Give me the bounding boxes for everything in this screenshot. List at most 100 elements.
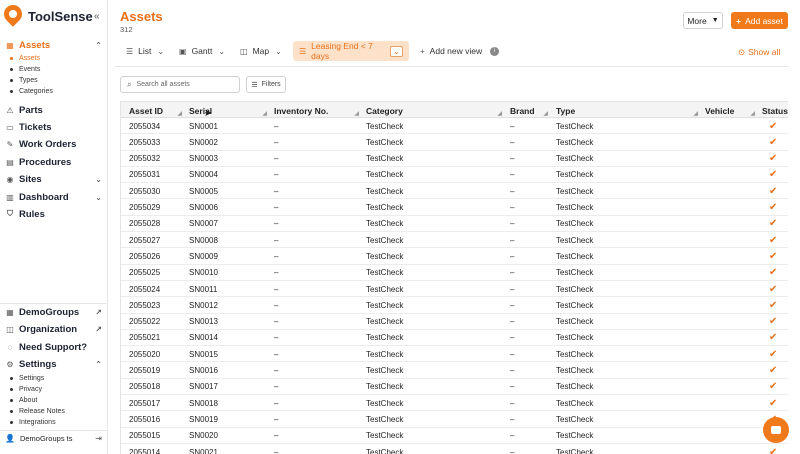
table-cell: SN0016 bbox=[189, 366, 218, 375]
column-header[interactable]: Brand ◢ bbox=[510, 102, 552, 119]
table-row[interactable]: 2055018 SN0017 – TestCheck – TestCheck ✔ bbox=[121, 379, 788, 396]
sidebar-item-sites[interactable]: ◉ Sites ⌄ bbox=[0, 171, 108, 187]
sidebar-item-demogroups[interactable]: ▦ DemoGroups ↗ bbox=[0, 304, 108, 320]
resize-handle-icon[interactable]: ◢ bbox=[693, 110, 698, 117]
table-row[interactable]: 2055016SN0019–TestCheck–TestCheck✔ bbox=[121, 411, 788, 428]
table-cell: – bbox=[274, 382, 279, 392]
collapse-sidebar-icon[interactable]: « bbox=[94, 11, 100, 22]
sidebar-subitem-types[interactable]: Types bbox=[10, 77, 38, 84]
status-check-icon: ✔ bbox=[769, 316, 778, 328]
external-link-icon[interactable]: ↗ bbox=[95, 308, 102, 317]
more-button[interactable]: More ▼ bbox=[683, 12, 723, 29]
user-profile[interactable]: 👤 DemoGroups ts ⇥ bbox=[5, 434, 105, 443]
search-icon: ⌕ bbox=[127, 79, 132, 89]
chevron-down-icon[interactable]: ⌄ bbox=[95, 175, 102, 184]
tab-map[interactable]: ◫ Map ⌄ bbox=[240, 41, 282, 61]
column-header[interactable]: Serial ◢ bbox=[189, 102, 271, 119]
table-row[interactable]: 2055030 SN0005 – TestCheck – TestCheck ✔ bbox=[121, 183, 788, 200]
chevron-up-icon[interactable]: ⌃ bbox=[95, 360, 102, 369]
table-row[interactable]: 2055031 SN0004 – TestCheck – TestCheck ✔ bbox=[121, 167, 788, 184]
table-row[interactable]: 2055020 SN0015 – TestCheck – TestCheck ✔ bbox=[121, 346, 788, 363]
show-all-button[interactable]: ⊙ Show all bbox=[738, 47, 780, 58]
sidebar-subitem-events[interactable]: Events bbox=[10, 66, 40, 73]
table-cell: SN0017 bbox=[189, 382, 218, 392]
table-cell: 2055029 bbox=[129, 203, 161, 212]
resize-handle-icon[interactable]: ◢ bbox=[497, 110, 502, 117]
resize-handle-icon[interactable]: ◢ bbox=[262, 110, 267, 117]
sidebar-subitem-categories[interactable]: Categories bbox=[10, 88, 53, 95]
sidebar-item-procedures[interactable]: ▤ Procedures bbox=[0, 154, 108, 170]
chat-button[interactable] bbox=[763, 417, 789, 443]
table-row[interactable]: 2055029 SN0006 – TestCheck – TestCheck ✔ bbox=[121, 200, 788, 216]
chevron-down-icon[interactable]: ⌄ bbox=[218, 47, 225, 56]
sidebar-subitem-settings[interactable]: Settings bbox=[10, 375, 44, 382]
sidebar-item-label: Procedures bbox=[19, 156, 72, 168]
info-icon[interactable]: i bbox=[490, 46, 500, 56]
table-cell: TestCheck bbox=[366, 121, 404, 131]
sidebar-item-parts[interactable]: ⚠ Parts bbox=[0, 102, 108, 118]
status-check-icon: ✔ bbox=[769, 348, 778, 360]
status-check-icon: ✔ bbox=[769, 267, 778, 279]
sidebar-subitem-about[interactable]: About bbox=[10, 397, 37, 404]
tab-leasing-end[interactable]: ☰ Leasing End < 7 days ⌄ bbox=[293, 41, 409, 61]
table-row[interactable]: 2055017 SN0018 – TestCheck – TestCheck ✔ bbox=[121, 395, 788, 412]
table-row[interactable]: 2055034 SN0001 – TestCheck – TestCheck ✔ bbox=[121, 118, 788, 135]
sidebar-item-rules[interactable]: ⛉ Rules bbox=[0, 206, 108, 222]
add-view-button[interactable]: + Add new view i bbox=[420, 41, 500, 61]
sidebar-item-need-support[interactable]: ◌ Need Support? bbox=[0, 339, 108, 355]
tab-list[interactable]: ☰ List ⌄ bbox=[126, 41, 164, 61]
table-row[interactable]: 2055015SN0020–TestCheck–TestCheck✔ bbox=[121, 428, 788, 444]
filters-button[interactable]: ☰ Filters bbox=[246, 76, 286, 93]
sidebar-item-tickets[interactable]: ▭ Tickets bbox=[0, 119, 108, 135]
table-cell: SN0019 bbox=[189, 414, 218, 424]
column-header[interactable]: Asset ID ◢ bbox=[129, 102, 186, 119]
status-check-icon: ✔ bbox=[769, 218, 778, 230]
brand[interactable]: ToolSense bbox=[0, 0, 107, 32]
column-header[interactable]: Category ◢ bbox=[366, 102, 506, 119]
sidebar-subitem-privacy[interactable]: Privacy bbox=[10, 386, 42, 393]
column-header[interactable]: Inventory No. ◢ bbox=[274, 102, 363, 119]
column-header[interactable]: Type ◢ bbox=[556, 102, 702, 119]
sidebar-item-dashboard[interactable]: ▥ Dashboard ⌄ bbox=[0, 189, 108, 205]
table-row[interactable]: 2055032 SN0003 – TestCheck – TestCheck ✔ bbox=[121, 151, 788, 167]
sidebar-item-organization[interactable]: ◫ Organization ↗ bbox=[0, 321, 108, 337]
tab-gantt[interactable]: ▣ Gantt ⌄ bbox=[179, 41, 225, 61]
sidebar-item-work-orders[interactable]: ✎ Work Orders bbox=[0, 136, 108, 152]
resize-handle-icon[interactable]: ◢ bbox=[354, 110, 359, 117]
column-header-label: Status bbox=[762, 105, 788, 116]
resize-handle-icon[interactable]: ◢ bbox=[750, 110, 755, 117]
table-row[interactable]: 2055021 SN0014 – TestCheck – TestCheck ✔ bbox=[121, 330, 788, 347]
sidebar-item-settings[interactable]: ⚙ Settings ⌃ bbox=[0, 356, 108, 372]
chevron-down-icon[interactable]: ⌄ bbox=[95, 193, 102, 202]
sidebar-subitem-integrations[interactable]: Integrations bbox=[10, 419, 56, 426]
chevron-down-icon[interactable]: ⌄ bbox=[275, 47, 282, 56]
resize-handle-icon[interactable]: ◢ bbox=[543, 110, 548, 117]
table-cell: SN0012 bbox=[189, 300, 218, 310]
table-row[interactable]: 2055025 SN0010 – TestCheck – TestCheck ✔ bbox=[121, 265, 788, 281]
external-link-icon[interactable]: ↗ bbox=[95, 325, 102, 334]
table-cell: SN0007 bbox=[189, 219, 218, 229]
search-input[interactable]: ⌕ Search all assets bbox=[120, 76, 240, 93]
table-row[interactable]: 2055024 SN0011 – TestCheck – TestCheck ✔ bbox=[121, 281, 788, 298]
resize-handle-icon[interactable]: ◢ bbox=[177, 110, 182, 117]
table-row[interactable]: 2055019 SN0016 – TestCheck – TestCheck ✔ bbox=[121, 363, 788, 379]
table-row[interactable]: 2055014 SN0021 – TestCheck – TestCheck ✔ bbox=[121, 444, 788, 454]
table-row[interactable]: 2055027 SN0008 – TestCheck – TestCheck ✔ bbox=[121, 232, 788, 249]
table-row[interactable]: 2055022 SN0013 – TestCheck – TestCheck ✔ bbox=[121, 314, 788, 330]
column-header[interactable]: Status bbox=[762, 102, 788, 119]
add-asset-button[interactable]: + Add asset bbox=[731, 12, 788, 29]
table-row[interactable]: 2055033 SN0002 – TestCheck – TestCheck ✔ bbox=[121, 134, 788, 151]
chevron-down-icon[interactable]: ⌄ bbox=[390, 45, 403, 57]
table-row[interactable]: 2055026 SN0009 – TestCheck – TestCheck ✔ bbox=[121, 248, 788, 265]
logout-icon[interactable]: ⇥ bbox=[95, 434, 102, 443]
table-cell: TestCheck bbox=[556, 203, 594, 212]
chevron-down-icon[interactable]: ⌄ bbox=[157, 47, 164, 56]
table-row[interactable]: 2055028 SN0007 – TestCheck – TestCheck ✔ bbox=[121, 216, 788, 233]
sidebar-subitem-release-notes[interactable]: Release Notes bbox=[10, 408, 65, 415]
status-check-icon: ✔ bbox=[769, 250, 778, 262]
table-cell: – bbox=[274, 121, 279, 131]
table-row[interactable]: 2055023 SN0012 – TestCheck – TestCheck ✔ bbox=[121, 297, 788, 314]
table-cell: SN0009 bbox=[189, 251, 218, 261]
table-cell: TestCheck bbox=[556, 333, 594, 343]
column-header[interactable]: Vehicle ◢ bbox=[705, 102, 759, 119]
